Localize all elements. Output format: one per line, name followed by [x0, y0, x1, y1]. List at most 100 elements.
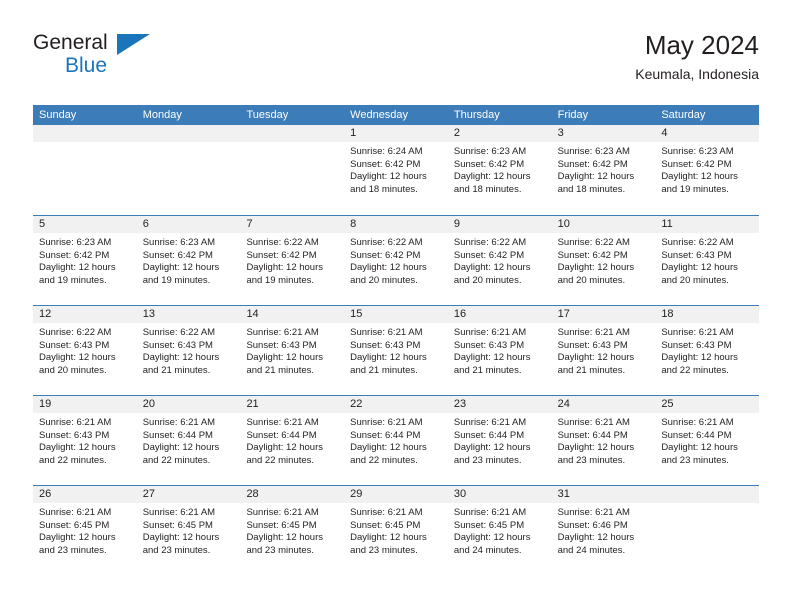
day-details: Sunrise: 6:21 AM Sunset: 6:44 PM Daylight:…: [655, 413, 759, 467]
detail-line: Daylight: 12 hours: [453, 532, 531, 544]
detail-line: Sunset: 6:45 PM: [350, 519, 421, 531]
day-cell-2[interactable]: 2 Sunrise: 6:23 AM Sunset: 6:42 PM Daylight…: [447, 125, 552, 215]
day-details: [137, 142, 241, 146]
day-number: 7: [240, 216, 345, 233]
day-cell-22[interactable]: 22 Sunrise: 6:21 AM Sunset: 6:44 PM Dayligh…: [344, 396, 448, 485]
day-cell-16[interactable]: 16 Sunrise: 6:21 AM Sunset: 6:43 PM Dayligh…: [447, 306, 552, 395]
day-number: 31: [551, 486, 656, 503]
detail-line: Daylight: 12 hours: [453, 262, 531, 274]
day-cell-20[interactable]: 20 Sunrise: 6:21 AM Sunset: 6:44 PM Dayligh…: [136, 396, 241, 485]
day-number: 22: [344, 396, 448, 413]
detail-line: and 19 minutes.: [142, 274, 211, 286]
detail-line: Sunset: 6:42 PM: [142, 249, 213, 261]
day-cell-25[interactable]: 25 Sunrise: 6:21 AM Sunset: 6:44 PM Dayligh…: [655, 396, 760, 485]
day-number: 25: [655, 396, 760, 413]
day-number: 3: [551, 125, 656, 142]
day-cell-empty: [240, 125, 345, 215]
day-number: 23: [447, 396, 552, 413]
day-details: [655, 503, 759, 507]
day-cell-5[interactable]: 5 Sunrise: 6:23 AM Sunset: 6:42 PM Daylight…: [33, 216, 137, 305]
day-details: Sunrise: 6:23 AM Sunset: 6:42 PM Daylight:…: [655, 142, 759, 196]
weekday-header-monday: Monday: [142, 109, 182, 121]
detail-line: Daylight: 12 hours: [661, 171, 738, 183]
day-cell-1[interactable]: 1 Sunrise: 6:24 AM Sunset: 6:42 PM Daylight…: [344, 125, 448, 215]
detail-line: Daylight: 12 hours: [350, 532, 427, 544]
day-details: [33, 142, 137, 146]
day-cell-14[interactable]: 14 Sunrise: 6:21 AM Sunset: 6:43 PM Dayligh…: [240, 306, 345, 395]
detail-line: Sunset: 6:45 PM: [142, 519, 213, 531]
day-cell-4[interactable]: 4 Sunrise: 6:23 AM Sunset: 6:42 PM Daylight…: [655, 125, 760, 215]
day-cell-26[interactable]: 26 Sunrise: 6:21 AM Sunset: 6:45 PM Dayligh…: [33, 486, 137, 575]
day-details: Sunrise: 6:22 AM Sunset: 6:42 PM Daylight:…: [448, 233, 552, 287]
detail-line: Sunset: 6:43 PM: [453, 339, 525, 351]
day-cell-10[interactable]: 10 Sunrise: 6:22 AM Sunset: 6:42 PM Dayligh…: [551, 216, 656, 305]
day-number: 28: [240, 486, 345, 503]
detail-line: Daylight: 12 hours: [453, 442, 531, 454]
day-number: 11: [655, 216, 760, 233]
day-cell-12[interactable]: 12 Sunrise: 6:22 AM Sunset: 6:43 PM Dayligh…: [33, 306, 137, 395]
week-row: 19 Sunrise: 6:21 AM Sunset: 6:43 PM Dayligh…: [33, 395, 760, 485]
detail-line: Daylight: 12 hours: [350, 352, 427, 364]
day-cell-24[interactable]: 24 Sunrise: 6:21 AM Sunset: 6:44 PM Dayligh…: [551, 396, 656, 485]
day-details: Sunrise: 6:21 AM Sunset: 6:43 PM Daylight:…: [33, 413, 137, 467]
detail-line: Sunset: 6:42 PM: [453, 249, 525, 261]
day-cell-11[interactable]: 11 Sunrise: 6:22 AM Sunset: 6:43 PM Dayligh…: [655, 216, 760, 305]
detail-line: Sunset: 6:43 PM: [39, 339, 110, 351]
day-details: Sunrise: 6:21 AM Sunset: 6:45 PM Daylight:…: [448, 503, 552, 557]
detail-line: and 20 minutes.: [557, 274, 626, 286]
detail-line: Sunset: 6:43 PM: [557, 339, 628, 351]
detail-line: and 23 minutes.: [39, 544, 107, 556]
detail-line: Sunrise: 6:22 AM: [246, 237, 319, 248]
detail-line: Daylight: 12 hours: [39, 352, 116, 364]
detail-line: Sunrise: 6:21 AM: [453, 417, 527, 428]
day-cell-21[interactable]: 21 Sunrise: 6:21 AM Sunset: 6:44 PM Dayligh…: [240, 396, 345, 485]
detail-line: Sunrise: 6:21 AM: [350, 327, 423, 338]
detail-line: Sunset: 6:42 PM: [350, 158, 421, 170]
day-cell-31[interactable]: 31 Sunrise: 6:21 AM Sunset: 6:46 PM Dayligh…: [551, 486, 656, 575]
day-number: 30: [447, 486, 552, 503]
location-subtitle: Keumala, Indonesia: [635, 66, 759, 82]
week-row: 26 Sunrise: 6:21 AM Sunset: 6:45 PM Dayligh…: [33, 485, 760, 575]
day-details: Sunrise: 6:21 AM Sunset: 6:45 PM Daylight:…: [137, 503, 241, 557]
day-cell-13[interactable]: 13 Sunrise: 6:22 AM Sunset: 6:43 PM Dayligh…: [136, 306, 241, 395]
day-cell-27[interactable]: 27 Sunrise: 6:21 AM Sunset: 6:45 PM Dayligh…: [136, 486, 241, 575]
detail-line: Daylight: 12 hours: [142, 442, 220, 454]
day-details: Sunrise: 6:21 AM Sunset: 6:45 PM Daylight:…: [344, 503, 448, 557]
detail-line: Daylight: 12 hours: [39, 262, 116, 274]
detail-line: Sunset: 6:44 PM: [661, 429, 732, 441]
day-cell-7[interactable]: 7 Sunrise: 6:22 AM Sunset: 6:42 PM Daylight…: [240, 216, 345, 305]
detail-line: and 19 minutes.: [39, 274, 107, 286]
detail-line: Sunrise: 6:21 AM: [39, 417, 112, 428]
day-number: 5: [33, 216, 137, 233]
day-cell-8[interactable]: 8 Sunrise: 6:22 AM Sunset: 6:42 PM Daylight…: [344, 216, 448, 305]
week-row: 1 Sunrise: 6:24 AM Sunset: 6:42 PM Daylight…: [33, 125, 760, 215]
day-cell-15[interactable]: 15 Sunrise: 6:21 AM Sunset: 6:43 PM Dayligh…: [344, 306, 448, 395]
detail-line: Sunrise: 6:22 AM: [142, 327, 216, 338]
day-number: 10: [551, 216, 656, 233]
detail-line: Daylight: 12 hours: [557, 262, 635, 274]
detail-line: and 20 minutes.: [350, 274, 418, 286]
weekday-header-friday: Friday: [557, 109, 589, 121]
day-details: Sunrise: 6:23 AM Sunset: 6:42 PM Daylight:…: [448, 142, 552, 196]
day-cell-9[interactable]: 9 Sunrise: 6:22 AM Sunset: 6:42 PM Daylight…: [447, 216, 552, 305]
day-cell-29[interactable]: 29 Sunrise: 6:21 AM Sunset: 6:45 PM Dayligh…: [344, 486, 448, 575]
detail-line: and 22 minutes.: [246, 454, 315, 466]
day-details: Sunrise: 6:22 AM Sunset: 6:43 PM Daylight:…: [655, 233, 759, 287]
day-cell-19[interactable]: 19 Sunrise: 6:21 AM Sunset: 6:43 PM Dayligh…: [33, 396, 137, 485]
day-cell-6[interactable]: 6 Sunrise: 6:23 AM Sunset: 6:42 PM Daylight…: [136, 216, 241, 305]
detail-line: Sunrise: 6:23 AM: [39, 237, 112, 248]
day-cell-30[interactable]: 30 Sunrise: 6:21 AM Sunset: 6:45 PM Dayligh…: [447, 486, 552, 575]
detail-line: and 21 minutes.: [453, 364, 522, 376]
day-cell-3[interactable]: 3 Sunrise: 6:23 AM Sunset: 6:42 PM Daylight…: [551, 125, 656, 215]
day-cell-28[interactable]: 28 Sunrise: 6:21 AM Sunset: 6:45 PM Dayligh…: [240, 486, 345, 575]
day-cell-23[interactable]: 23 Sunrise: 6:21 AM Sunset: 6:44 PM Dayligh…: [447, 396, 552, 485]
detail-line: Sunrise: 6:22 AM: [661, 237, 734, 248]
day-number: 4: [655, 125, 760, 142]
detail-line: and 21 minutes.: [246, 364, 315, 376]
detail-line: Daylight: 12 hours: [557, 352, 635, 364]
day-cell-18[interactable]: 18 Sunrise: 6:21 AM Sunset: 6:43 PM Dayligh…: [655, 306, 760, 395]
day-cell-empty: [136, 125, 241, 215]
detail-line: Sunrise: 6:21 AM: [557, 507, 630, 518]
day-cell-17[interactable]: 17 Sunrise: 6:21 AM Sunset: 6:43 PM Dayligh…: [551, 306, 656, 395]
detail-line: Daylight: 12 hours: [246, 532, 324, 544]
